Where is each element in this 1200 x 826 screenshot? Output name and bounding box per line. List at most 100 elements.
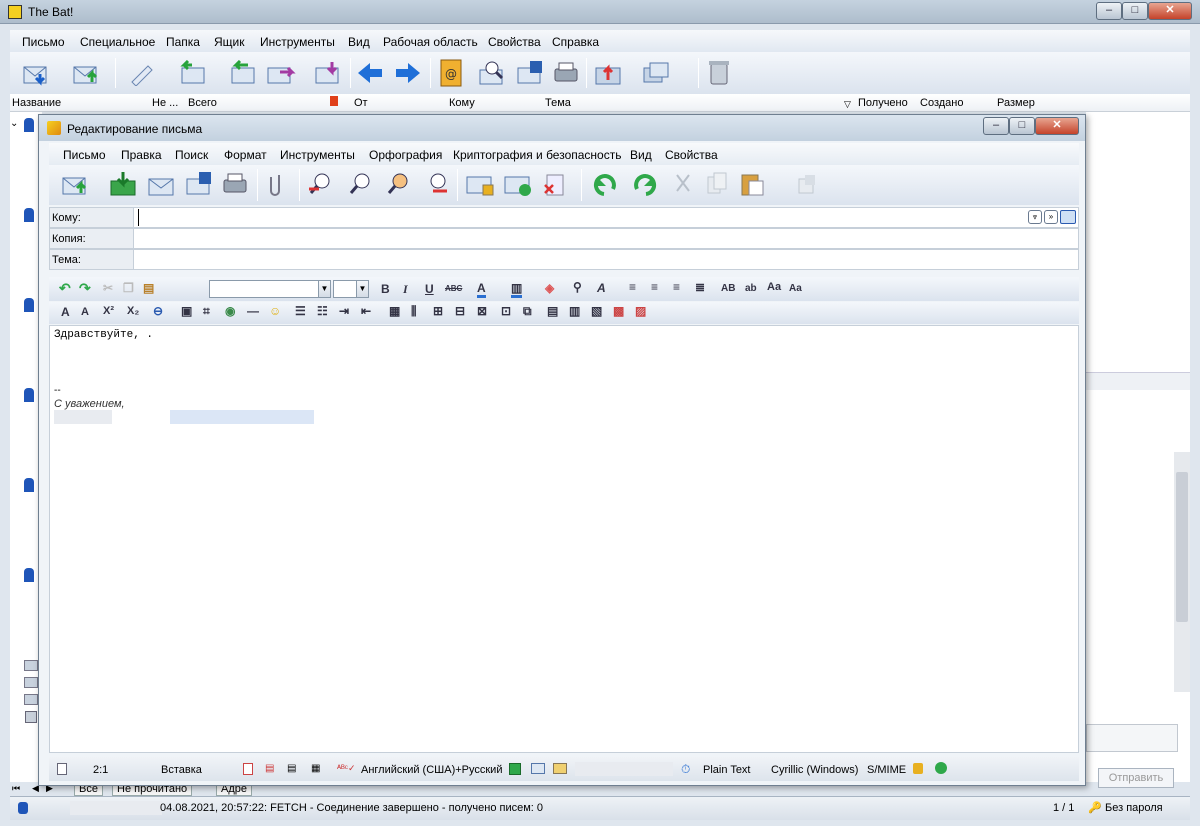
address-cc-icon[interactable] xyxy=(347,171,373,197)
menu-tools[interactable]: Инструменты xyxy=(260,35,335,49)
align-center-icon[interactable]: ≡ xyxy=(651,280,658,294)
col-size[interactable]: Размер xyxy=(997,97,1035,109)
menu-properties[interactable]: Свойства xyxy=(488,35,541,49)
menu-special[interactable]: Специальное xyxy=(80,35,155,49)
envelope-sign-icon[interactable] xyxy=(531,763,545,774)
address-to-icon[interactable] xyxy=(307,171,333,197)
mailbox-icon[interactable]: ⌄ xyxy=(10,118,18,129)
cell-props-icon[interactable]: ▥ xyxy=(569,304,580,318)
menu-view[interactable]: Вид xyxy=(348,35,370,49)
cmenu-spelling[interactable]: Орфография xyxy=(369,148,442,162)
font-color-icon[interactable]: A xyxy=(477,281,486,298)
cmenu-tools[interactable]: Инструменты xyxy=(280,148,355,162)
address-reply-icon[interactable] xyxy=(423,171,449,197)
mailbox-icon[interactable] xyxy=(24,388,34,402)
redo-icon[interactable] xyxy=(631,171,659,197)
no-break-icon[interactable]: ⊖ xyxy=(153,304,163,318)
numbered-list-icon[interactable]: ☷ xyxy=(317,304,328,318)
col-total[interactable]: Всего xyxy=(188,97,217,109)
horizontal-line-icon[interactable]: — xyxy=(247,304,259,318)
menu-box[interactable]: Ящик xyxy=(214,35,245,49)
send-icon[interactable] xyxy=(61,173,91,197)
save-draft-icon[interactable] xyxy=(185,171,215,197)
smime[interactable]: S/MIME xyxy=(867,764,906,776)
cmenu-letter[interactable]: Письмо xyxy=(63,148,106,162)
encrypt-icon[interactable] xyxy=(465,171,495,197)
table-delete-icon[interactable]: ⊠ xyxy=(477,304,487,318)
col-name[interactable]: Название xyxy=(12,97,61,109)
message-body-editor[interactable]: Здравствуйте, . -- С уважением, xyxy=(49,325,1079,753)
text-format[interactable]: Plain Text xyxy=(703,764,751,776)
charset[interactable]: Cyrillic (Windows) xyxy=(771,764,858,776)
new-letter-icon[interactable] xyxy=(128,60,156,86)
subscript-icon[interactable]: X₂ xyxy=(127,305,139,317)
send-mail-icon[interactable] xyxy=(72,62,102,86)
font-size-select[interactable]: ▼ xyxy=(333,280,369,298)
menu-workspace[interactable]: Рабочая область xyxy=(383,35,478,49)
next-icon[interactable] xyxy=(394,60,422,86)
reply-icon[interactable] xyxy=(178,60,208,86)
find-icon[interactable]: ⚲ xyxy=(573,280,582,294)
cell-delete-icon[interactable]: ▩ xyxy=(613,304,624,318)
redirect-icon[interactable] xyxy=(314,60,344,86)
undo-icon[interactable] xyxy=(591,171,619,197)
flag-red-icon[interactable]: ▤ xyxy=(265,763,274,774)
attach-icon[interactable] xyxy=(269,171,289,199)
envelope-lock-icon[interactable] xyxy=(553,763,567,774)
undo-small-icon[interactable]: ↶ xyxy=(59,280,71,297)
lowercase-icon[interactable]: ab xyxy=(745,283,757,294)
col-to[interactable]: Кому xyxy=(449,97,475,109)
receipt-icon[interactable]: ▦ xyxy=(311,763,320,774)
first-page-icon[interactable]: ⏮ xyxy=(12,783,20,794)
cmenu-format[interactable]: Формат xyxy=(224,148,267,162)
maximize-button[interactable]: □ xyxy=(1122,2,1148,20)
table-insert-icon[interactable]: ⊟ xyxy=(455,304,465,318)
fill-icon[interactable]: ◈ xyxy=(545,281,554,295)
queue-icon[interactable] xyxy=(147,171,177,197)
col-unread[interactable]: Не ... xyxy=(152,97,178,109)
highlight-icon[interactable]: ▥ xyxy=(511,281,523,298)
insert-image-icon[interactable]: ▣ xyxy=(181,304,192,318)
title-case-icon[interactable]: Aa xyxy=(789,283,802,294)
address-book-icon[interactable] xyxy=(1060,210,1076,224)
cc-field[interactable] xyxy=(138,230,1068,247)
table-col-icon[interactable]: ⫼ xyxy=(411,304,417,319)
insert-link-icon[interactable]: ◉ xyxy=(225,304,235,318)
search-mail-icon[interactable] xyxy=(478,60,506,86)
reply-all-icon[interactable] xyxy=(228,60,258,86)
cmenu-crypto[interactable]: Криптография и безопасность xyxy=(453,148,621,162)
previous-icon[interactable] xyxy=(356,60,384,86)
format-doc-icon[interactable] xyxy=(243,763,253,775)
compose-close-button[interactable]: ✕ xyxy=(1035,117,1079,135)
table-row-icon[interactable]: ⊞ xyxy=(433,304,443,318)
table-props-icon[interactable]: ▤ xyxy=(547,304,558,318)
to-field[interactable] xyxy=(138,209,1028,226)
check-icon[interactable] xyxy=(935,762,947,774)
lock-icon[interactable] xyxy=(913,763,923,774)
bullet-list-icon[interactable]: ☰ xyxy=(295,304,306,318)
folder-icon[interactable] xyxy=(24,660,38,671)
forward-icon[interactable] xyxy=(266,60,296,86)
paste-small-icon[interactable]: ▤ xyxy=(143,281,154,295)
address-arrow-icon[interactable]: » xyxy=(1044,210,1058,224)
spellcheck-icon[interactable]: ᴬᴮᶜ✓ xyxy=(337,763,356,774)
redo-small-icon[interactable]: ↷ xyxy=(79,280,91,297)
address-bcc-icon[interactable] xyxy=(385,171,411,197)
toggle-case-icon[interactable]: Aa xyxy=(767,281,781,293)
get-mail-icon[interactable] xyxy=(22,62,52,86)
paste-icon[interactable] xyxy=(739,171,767,197)
col-created[interactable]: Создано xyxy=(920,97,963,109)
col-subject[interactable]: Тема xyxy=(545,97,571,109)
insert-table-icon[interactable]: ▦ xyxy=(389,304,400,318)
bold-icon[interactable]: B xyxy=(381,282,390,296)
align-left-icon[interactable]: ≡ xyxy=(629,280,636,294)
discard-icon[interactable] xyxy=(541,171,567,197)
menu-folder[interactable]: Папка xyxy=(166,35,200,49)
address-book-icon[interactable]: @ xyxy=(438,58,464,88)
cell-border-icon[interactable]: ▧ xyxy=(591,304,602,318)
minimize-button[interactable]: – xyxy=(1096,2,1122,20)
mailbox-icon[interactable] xyxy=(24,208,34,222)
notify-icon[interactable]: ▤ xyxy=(287,763,296,774)
expand-addresses-icon[interactable]: ⩔ xyxy=(1028,210,1042,224)
superscript-icon[interactable]: X² xyxy=(103,305,114,317)
